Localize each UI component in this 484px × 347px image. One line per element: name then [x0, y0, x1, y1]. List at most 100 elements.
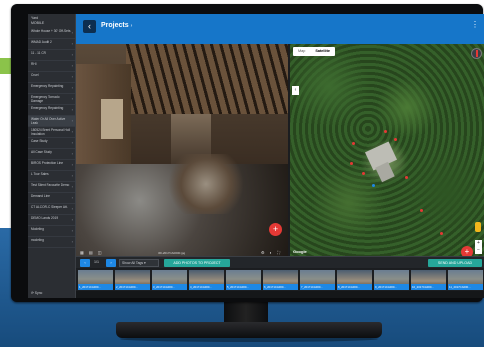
thumbnail-label: 10_2017CA000...	[411, 284, 446, 290]
sidebar-item-label: BIROS Protection Line	[31, 161, 64, 165]
filmstrip-thumbnail[interactable]: 2_20171CA000...	[115, 270, 150, 290]
photo-filename: 3D-2017CA0000.jpg	[158, 251, 186, 255]
photo-add-button[interactable]: +	[269, 223, 282, 236]
filmstrip-toolbar: ‹ 1/1 › Show All Tags ▾ ADD PHOTOS TO PR…	[76, 256, 484, 268]
filmstrip-thumbnail[interactable]: 10_2017CA000...	[411, 270, 446, 290]
street-view-pegman-icon[interactable]	[475, 222, 481, 232]
sidebar-project-list: Whole House + 30' Off-Sets › WMAD Audit 2 ›…	[28, 28, 75, 248]
sidebar-top-line: MOBILE	[31, 21, 45, 25]
map-photo-marker[interactable]	[384, 130, 387, 133]
sidebar-item-label: Emergency Repainting	[31, 106, 64, 110]
photo-debris-pile	[166, 154, 246, 214]
next-page-button[interactable]: ›	[106, 259, 116, 267]
sidebar-sync-button[interactable]: ⟳ Sync	[28, 289, 76, 298]
sidebar-item[interactable]: DEMO Lands 2019 ›	[28, 215, 75, 226]
tag-filter-select[interactable]: Show All Tags ▾	[119, 259, 159, 267]
sidebar-item-label: Modeling	[31, 227, 44, 231]
filmstrip-thumbnail[interactable]: 6_20171CA000...	[263, 270, 298, 290]
filmstrip-thumbnail[interactable]: 8_20171CA000...	[337, 270, 372, 290]
sidebar-item[interactable]: WMAD Audit 2 ›	[28, 39, 75, 50]
sidebar-item[interactable]: Water Or All Over Active Leak ›	[28, 116, 75, 127]
sidebar-item[interactable]: BIROS Protection Line ›	[28, 160, 75, 171]
monitor-stand-neck	[224, 302, 268, 324]
chevron-right-icon: ›	[71, 118, 73, 123]
send-upload-button[interactable]: SEND AND UPLOAD	[428, 259, 482, 267]
sidebar-item-label: modeling	[31, 238, 44, 242]
sidebar-item[interactable]: Case Study ›	[28, 138, 75, 149]
map-photo-marker[interactable]	[350, 162, 353, 165]
back-button[interactable]: ‹	[83, 20, 96, 33]
page-count: 1/1	[94, 260, 99, 264]
panorama-photo-viewer[interactable]: ▦ ▤ ◫ 3D-2017CA0000.jpg ⚙ ◐ ⛶ +	[76, 44, 288, 256]
sidebar-item[interactable]: Modeling ›	[28, 226, 75, 237]
title-chevron-icon: ›	[130, 23, 133, 29]
prev-page-button[interactable]: ‹	[80, 259, 90, 267]
more-options-icon[interactable]: ⋮	[471, 20, 479, 29]
project-sidebar: Yard MOBILE Whole House + 30' Off-Sets › W…	[28, 14, 76, 298]
chevron-right-icon: ›	[71, 239, 73, 244]
sidebar-item[interactable]: Emergency Repainting ›	[28, 83, 75, 94]
page-title: Projects ›	[101, 22, 132, 29]
map-add-button[interactable]: +	[461, 246, 473, 256]
filmstrip-thumbnail[interactable]: 9_20171CA000...	[374, 270, 409, 290]
photo-filmstrip: 1_20171CA000... 2_20171CA000... 3_20171CA0…	[76, 269, 484, 291]
filmstrip-thumbnail[interactable]: 7_20171CA000...	[300, 270, 335, 290]
sidebar-item-label: Demand Line	[31, 194, 50, 198]
sidebar-item-label: CT ALCOR-C Sleeper Att.	[31, 205, 68, 209]
filmstrip-thumbnail[interactable]: 11_2017CA000...	[448, 270, 483, 290]
sidebar-item[interactable]: Test Silent Favourite Demo ›	[28, 182, 75, 193]
sidebar-item-label: RHI	[31, 62, 37, 66]
chevron-right-icon: ›	[71, 107, 73, 112]
map-type-toggle: Map Satellite	[293, 47, 335, 56]
map-tab-map[interactable]: Map	[293, 47, 310, 56]
sidebar-item[interactable]: Cruel ›	[28, 72, 75, 83]
photo-left-controls[interactable]: ▦ ▤ ◫	[80, 250, 104, 255]
map-tab-satellite[interactable]: Satellite	[310, 47, 335, 56]
sidebar-item-label: WMAD Audit 2	[31, 40, 52, 44]
sidebar-item-label: Test Silent Favourite Demo	[31, 183, 70, 187]
compass-icon[interactable]	[471, 48, 482, 59]
chevron-right-icon: ›	[71, 52, 73, 57]
map-zoom-control[interactable]: + −	[475, 240, 482, 254]
satellite-map[interactable]: Map Satellite ‹ + − + Google	[290, 44, 484, 256]
map-photo-marker[interactable]	[394, 138, 397, 141]
chevron-right-icon: ›	[71, 162, 73, 167]
map-photo-marker[interactable]	[440, 232, 443, 235]
filmstrip-thumbnail[interactable]: 5_20171CA000...	[226, 270, 261, 290]
sidebar-item-label: 11 - 11 CR	[31, 51, 46, 55]
add-photos-button[interactable]: ADD PHOTOS TO PROJECT	[164, 259, 230, 267]
chevron-right-icon: ›	[71, 184, 73, 189]
thumbnail-label: 5_20171CA000...	[226, 284, 261, 290]
map-photo-marker[interactable]	[405, 176, 408, 179]
map-photo-marker[interactable]	[352, 142, 355, 145]
map-current-marker[interactable]	[372, 184, 375, 187]
sidebar-item[interactable]: Whole House + 30' Off-Sets ›	[28, 28, 75, 39]
page-title-text: Projects	[101, 22, 129, 29]
map-collapse-arrow-icon[interactable]: ‹	[292, 86, 299, 95]
sidebar-item-label: Cruel	[31, 73, 39, 77]
map-photo-marker[interactable]	[362, 172, 365, 175]
filmstrip-thumbnail[interactable]: 3_20171CA000...	[152, 270, 187, 290]
sidebar-item[interactable]: CT ALCOR-C Sleeper Att. ›	[28, 204, 75, 215]
sidebar-item[interactable]: 180524 Brent Personal Holl Insulation ›	[28, 127, 75, 138]
sidebar-item[interactable]: Emergency Repainting ›	[28, 105, 75, 116]
filmstrip-thumbnail[interactable]: 4_20171CA000...	[189, 270, 224, 290]
sidebar-item[interactable]: 11 - 11 CR ›	[28, 50, 75, 61]
photo-view-controls[interactable]: ⚙ ◐ ⛶	[261, 250, 282, 255]
map-photo-marker[interactable]	[420, 209, 423, 212]
sidebar-item-label: Whole House + 30' Off-Sets	[31, 29, 71, 33]
sidebar-item-label: Emergency Repainting	[31, 84, 64, 88]
sidebar-item[interactable]: All Case Study ›	[28, 149, 75, 160]
thumbnail-label: 6_20171CA000...	[263, 284, 298, 290]
photo-burnt-beams	[126, 44, 288, 114]
sidebar-item[interactable]: modeling ›	[28, 237, 75, 248]
sidebar-item[interactable]: L Tour Sales ›	[28, 171, 75, 182]
sidebar-item[interactable]: Demand Line ›	[28, 193, 75, 204]
thumbnail-label: 4_20171CA000...	[189, 284, 224, 290]
filmstrip-thumbnail[interactable]: 1_20171CA000...	[78, 270, 113, 290]
sidebar-item[interactable]: RHI ›	[28, 61, 75, 72]
tag-filter-value: Show All Tags	[122, 261, 144, 265]
google-logo: Google	[293, 249, 307, 254]
sidebar-item[interactable]: Emergency Tornado Damage ›	[28, 94, 75, 105]
sidebar-item-label: L Tour Sales	[31, 172, 49, 176]
